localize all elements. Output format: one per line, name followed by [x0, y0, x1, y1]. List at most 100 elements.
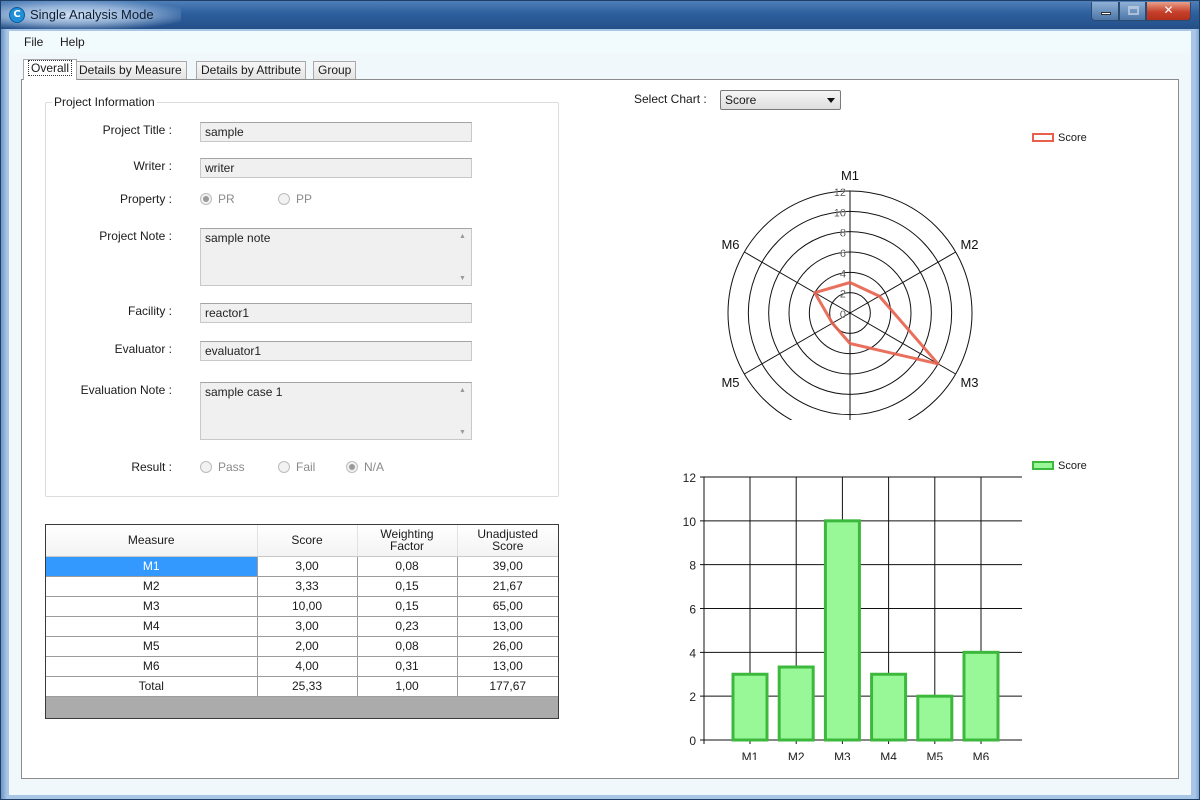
tab-details-by-attribute[interactable]: Details by Attribute: [196, 61, 307, 79]
table-total-row[interactable]: Total 25,33 1,00 177,67: [46, 676, 558, 697]
project-note-field[interactable]: sample note ▲ ▼: [200, 228, 472, 286]
evaluation-note-scrollbar[interactable]: ▲ ▼: [455, 383, 471, 439]
property-radio-pr[interactable]: PR: [200, 192, 235, 206]
radar-axis-spoke: [849, 251, 956, 314]
radar-tick-label: 8: [840, 228, 846, 240]
cell-measure[interactable]: M2: [46, 576, 258, 597]
bar-x-tick-label: M3: [834, 750, 851, 760]
cell-measure[interactable]: M6: [46, 656, 258, 677]
column-header-score[interactable]: Score: [257, 525, 358, 557]
table-row[interactable]: M6 4,00 0,31 13,00: [46, 656, 558, 677]
radio-unchecked-icon: [278, 193, 290, 205]
tab-group[interactable]: Group: [313, 61, 357, 79]
cell-score[interactable]: 3,00: [257, 556, 358, 577]
select-chart-dropdown[interactable]: Score: [720, 90, 841, 110]
title-bar[interactable]: C Single Analysis Mode ✕: [1, 1, 1199, 29]
tab-overall[interactable]: Overall: [23, 59, 78, 80]
radio-unchecked-icon: [200, 461, 212, 473]
cell-weighting-factor[interactable]: 0,08: [357, 556, 458, 577]
radar-tick-label: 10: [834, 207, 846, 219]
scroll-up-icon[interactable]: ▲: [459, 233, 466, 240]
table-row[interactable]: M1 3,00 0,08 39,00: [46, 556, 558, 577]
cell-score[interactable]: 4,00: [257, 656, 358, 677]
table-row[interactable]: M2 3,33 0,15 21,67: [46, 576, 558, 597]
cell-weighting-factor[interactable]: 1,00: [357, 676, 458, 697]
measure-score-table: Measure Score Weighting Factor Unadjusted…: [45, 524, 559, 719]
cell-unadjusted-score[interactable]: 65,00: [457, 596, 558, 617]
minimize-icon: [1101, 12, 1111, 15]
facility-field[interactable]: reactor1: [200, 303, 472, 323]
cell-unadjusted-score[interactable]: 26,00: [457, 636, 558, 657]
bar-x-tick-label: M5: [926, 750, 943, 760]
minimize-button[interactable]: [1091, 2, 1119, 21]
menu-help[interactable]: Help: [60, 35, 85, 49]
radar-axis-spoke: [744, 251, 851, 314]
tab-details-by-measure[interactable]: Details by Measure: [74, 61, 187, 79]
scroll-down-icon[interactable]: ▼: [459, 275, 466, 282]
project-title-field[interactable]: sample: [200, 122, 472, 142]
cell-measure[interactable]: M5: [46, 636, 258, 657]
bar-x-tick-label: M4: [880, 750, 897, 760]
close-button[interactable]: ✕: [1146, 2, 1191, 21]
cell-score[interactable]: 3,33: [257, 576, 358, 597]
cell-weighting-factor[interactable]: 0,08: [357, 636, 458, 657]
result-radio-pass[interactable]: Pass: [200, 460, 245, 474]
menu-file[interactable]: File: [24, 35, 43, 49]
writer-field[interactable]: writer: [200, 158, 472, 178]
evaluation-note-label: Evaluation Note :: [80, 383, 172, 397]
cell-unadjusted-score[interactable]: 39,00: [457, 556, 558, 577]
table-row[interactable]: M4 3,00 0,23 13,00: [46, 616, 558, 637]
radar-category-label: M1: [841, 168, 859, 183]
scroll-down-icon[interactable]: ▼: [459, 429, 466, 436]
maximize-button[interactable]: [1119, 2, 1146, 21]
bar-m6: [962, 650, 1000, 742]
property-radio-pp[interactable]: PP: [278, 192, 312, 206]
evaluation-note-field[interactable]: sample case 1 ▲ ▼: [200, 382, 472, 440]
cell-weighting-factor[interactable]: 0,15: [357, 576, 458, 597]
radio-checked-icon: [200, 193, 212, 205]
cell-score[interactable]: 3,00: [257, 616, 358, 637]
cell-unadjusted-score[interactable]: 21,67: [457, 576, 558, 597]
table-row[interactable]: M5 2,00 0,08 26,00: [46, 636, 558, 657]
bar-legend: Score: [1032, 460, 1087, 472]
cell-measure[interactable]: M1: [46, 556, 258, 577]
application-window: C Single Analysis Mode ✕ File Help Overa…: [0, 0, 1200, 800]
column-header-unadjusted-score[interactable]: Unadjusted Score: [457, 525, 558, 557]
cell-score[interactable]: 10,00: [257, 596, 358, 617]
project-note-scrollbar[interactable]: ▲ ▼: [455, 229, 471, 285]
cell-score[interactable]: 25,33: [257, 676, 358, 697]
window-title: Single Analysis Mode: [30, 7, 154, 22]
select-chart-label: Select Chart :: [634, 92, 707, 106]
bar-m3: [823, 519, 861, 742]
cell-measure[interactable]: M3: [46, 596, 258, 617]
cell-unadjusted-score[interactable]: 13,00: [457, 656, 558, 677]
property-label: Property :: [119, 192, 172, 206]
maximize-icon: [1128, 6, 1139, 15]
evaluator-field[interactable]: evaluator1: [200, 341, 472, 361]
cell-weighting-factor[interactable]: 0,23: [357, 616, 458, 637]
cell-measure[interactable]: Total: [46, 676, 258, 697]
radar-tick-label: 12: [834, 187, 846, 199]
radar-series-score: [813, 281, 940, 366]
chevron-down-icon: [827, 98, 835, 103]
cell-unadjusted-score[interactable]: 13,00: [457, 616, 558, 637]
bar-y-tick-label: 0: [689, 734, 696, 748]
radar-legend-label: Score: [1058, 132, 1087, 144]
result-radio-na[interactable]: N/A: [346, 460, 384, 474]
result-radio-fail[interactable]: Fail: [278, 460, 315, 474]
cell-score[interactable]: 2,00: [257, 636, 358, 657]
table-row[interactable]: M3 10,00 0,15 65,00: [46, 596, 558, 617]
column-header-weighting-factor[interactable]: Weighting Factor: [357, 525, 458, 557]
bar-y-tick-label: 4: [689, 646, 696, 660]
radar-tick-label: 6: [840, 248, 846, 260]
radar-category-label: M5: [721, 375, 739, 390]
radar-tick-label: 4: [840, 268, 846, 280]
close-icon: ✕: [1163, 3, 1174, 17]
cell-weighting-factor[interactable]: 0,31: [357, 656, 458, 677]
cell-unadjusted-score[interactable]: 177,67: [457, 676, 558, 697]
cell-measure[interactable]: M4: [46, 616, 258, 637]
column-header-measure[interactable]: Measure: [46, 525, 258, 557]
bar-legend-label: Score: [1058, 460, 1087, 472]
scroll-up-icon[interactable]: ▲: [459, 387, 466, 394]
cell-weighting-factor[interactable]: 0,15: [357, 596, 458, 617]
